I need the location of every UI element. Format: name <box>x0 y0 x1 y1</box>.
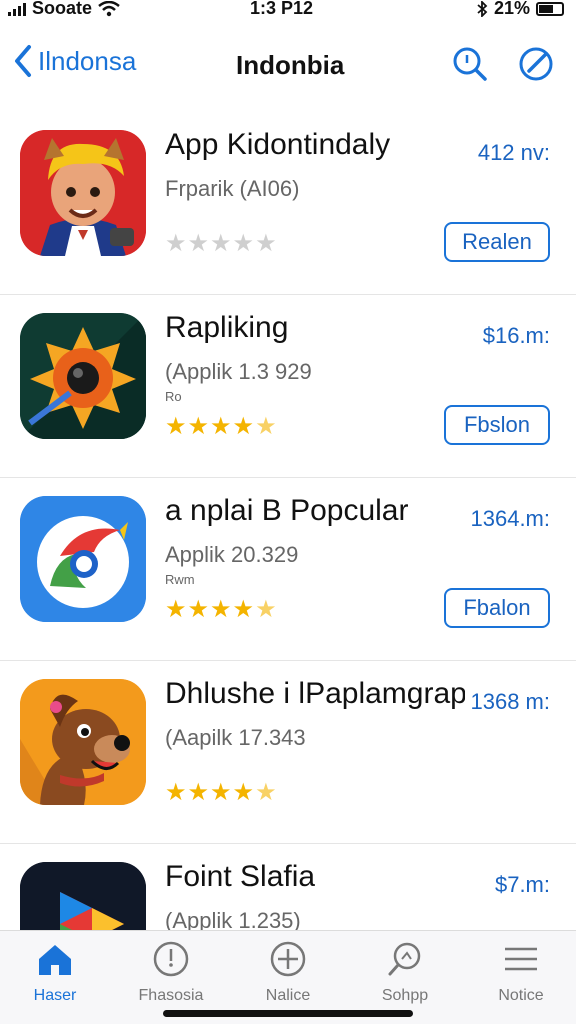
star-icon: ★ <box>210 596 232 623</box>
chevron-left-icon <box>15 45 31 77</box>
star-rating: ★ ★ ★ ★ ★ <box>165 598 277 622</box>
signal-icon <box>8 2 26 16</box>
app-price: $16.m: <box>482 323 550 348</box>
app-list: App Kidontindaly Frparik (AI06) 412 nv: … <box>0 112 576 1024</box>
app-row[interactable]: a nplai B Popcular Applik 20.329 Rwm 136… <box>0 478 576 661</box>
app-row[interactable]: Rapliking (Applik 1.3 929 Ro $16.m: ★ ★ ★ ★… <box>0 295 576 478</box>
star-icon: ★ <box>210 413 232 440</box>
bluetooth-icon <box>477 0 488 17</box>
star-rating: ★ ★ ★ ★ ★ <box>165 232 277 256</box>
app-name: Foint Slafia <box>165 860 316 893</box>
star-icon: ★ <box>232 413 255 440</box>
tab-home[interactable]: Haser <box>5 939 105 1005</box>
carrier-label: Sooate <box>32 0 93 18</box>
tab-history[interactable]: Fhasosia <box>121 939 221 1005</box>
tab-label: Fhasosia <box>138 987 204 1004</box>
kid-character-icon[interactable] <box>20 130 146 256</box>
app-name: App Kidontindaly <box>165 128 391 161</box>
star-icon: ★ <box>255 230 277 257</box>
star-icon: ★ <box>232 230 255 257</box>
get-button[interactable]: Fbalon <box>444 588 550 628</box>
menu-icon <box>505 947 537 971</box>
tab-label: Haser <box>33 987 77 1004</box>
battery-icon <box>536 1 564 16</box>
app-subtitle: Applik 20.329 <box>165 542 299 567</box>
tab-label: Nalice <box>265 987 311 1004</box>
star-half-icon: ★ <box>255 413 277 440</box>
back-button[interactable]: Ilndonsa <box>14 44 136 78</box>
get-button[interactable]: Fbslon <box>444 405 550 445</box>
tab-label: Notice <box>498 987 544 1004</box>
app-row[interactable]: App Kidontindaly Frparik (AI06) 412 nv: … <box>0 112 576 295</box>
app-name: Dhlushe i lPaplamgrapm <box>165 677 465 710</box>
search-icon <box>388 942 421 976</box>
star-icon: ★ <box>232 779 255 806</box>
tab-search[interactable]: Sohpp <box>355 939 455 1005</box>
star-icon: ★ <box>187 230 210 257</box>
dog-character-icon[interactable] <box>20 679 146 805</box>
app-meta: Rwm <box>165 572 195 587</box>
star-icon: ★ <box>187 413 210 440</box>
app-subtitle: Frparik (AI06) <box>165 176 300 201</box>
app-price: 412 nv: <box>477 140 550 165</box>
app-name: a nplai B Popcular <box>165 494 409 527</box>
star-icon: ★ <box>210 230 232 257</box>
sun-camera-icon[interactable] <box>20 313 146 439</box>
star-icon: ★ <box>210 779 232 806</box>
status-bar: Sooate 1:3 P12 21% <box>0 0 576 22</box>
star-icon: ★ <box>232 596 255 623</box>
home-icon <box>39 945 71 975</box>
clock-icon <box>153 941 189 977</box>
app-price: 1364.m: <box>470 506 551 531</box>
star-icon: ★ <box>165 596 187 623</box>
star-icon: ★ <box>187 596 210 623</box>
app-price: 1368 m: <box>470 689 551 714</box>
get-button[interactable]: Realen <box>444 222 550 262</box>
app-subtitle: (Applik 1.3 929 <box>165 359 312 384</box>
page-title: Indonbia <box>236 50 345 80</box>
chrome-swirl-icon[interactable] <box>20 496 146 622</box>
star-icon: ★ <box>187 779 210 806</box>
tab-add[interactable]: Nalice <box>238 939 338 1005</box>
app-subtitle: (Aapilk 17.343 <box>165 725 306 750</box>
navigation-bar: Ilndonsa Indonbia <box>0 36 576 96</box>
battery-percent: 21% <box>493 0 530 18</box>
app-name: Rapliking <box>165 311 289 344</box>
plus-circle-icon <box>270 941 306 977</box>
star-rating: ★ ★ ★ ★ ★ <box>165 781 277 805</box>
star-icon: ★ <box>165 779 187 806</box>
search-icon[interactable] <box>450 44 490 84</box>
star-icon: ★ <box>165 413 187 440</box>
star-half-icon: ★ <box>255 779 277 806</box>
wifi-icon <box>98 0 120 16</box>
app-price: $7.m: <box>494 872 550 897</box>
status-time: 1:3 P12 <box>250 0 314 18</box>
back-label: Ilndonsa <box>38 45 137 76</box>
star-half-icon: ★ <box>255 596 277 623</box>
tab-notice[interactable]: Notice <box>471 939 571 1005</box>
app-row[interactable]: Dhlushe i lPaplamgrapm (Aapilk 17.343 13… <box>0 661 576 844</box>
star-rating: ★ ★ ★ ★ ★ <box>165 415 277 439</box>
tab-label: Sohpp <box>381 987 429 1004</box>
star-icon: ★ <box>165 230 187 257</box>
home-indicator <box>163 1010 413 1017</box>
app-meta: Ro <box>165 389 182 404</box>
compose-icon[interactable] <box>516 44 556 84</box>
